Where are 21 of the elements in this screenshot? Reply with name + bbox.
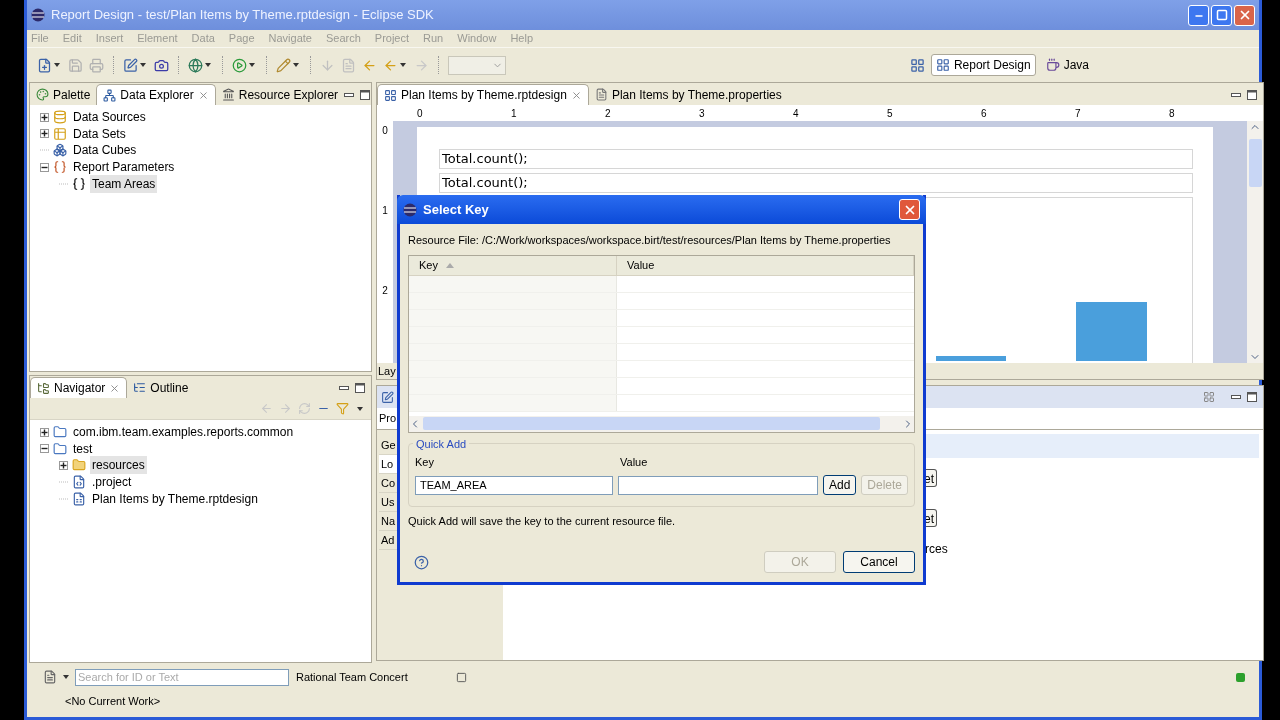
ruler-number: 2 <box>605 107 611 119</box>
ruler-number: 0 <box>417 107 423 119</box>
window-title: Report Design - test/Plan Items by Theme.rptdesign - Eclipse SDK <box>51 6 434 25</box>
dialog-title: Select Key <box>423 200 489 219</box>
ruler-number: 2 <box>382 285 388 296</box>
ruler-number: 0 <box>382 125 388 136</box>
ruler-number: 8 <box>1169 107 1175 119</box>
field-label: Value <box>620 454 648 470</box>
field-label: Key <box>415 454 435 470</box>
current-work-text: <No Current Work> <box>65 693 161 709</box>
ruler-number: 7 <box>1075 107 1081 119</box>
status-label: Rational Team Concert <box>296 669 408 685</box>
ruler-number: 5 <box>887 107 893 119</box>
quick-add-note: Quick Add will save the key to the current resource file. <box>408 513 677 529</box>
ruler-number: 3 <box>699 107 705 119</box>
ruler-number: 1 <box>382 205 388 216</box>
ruler-number: 1 <box>511 107 517 119</box>
resources-text: rces <box>925 542 948 556</box>
ruler-number: 6 <box>981 107 987 119</box>
ruler-number: 4 <box>793 107 799 119</box>
resource-file-text: Resource File: /C:/Work/workspaces/workspace.birt/test/resources/Plan Items by Theme.properties <box>408 233 892 248</box>
